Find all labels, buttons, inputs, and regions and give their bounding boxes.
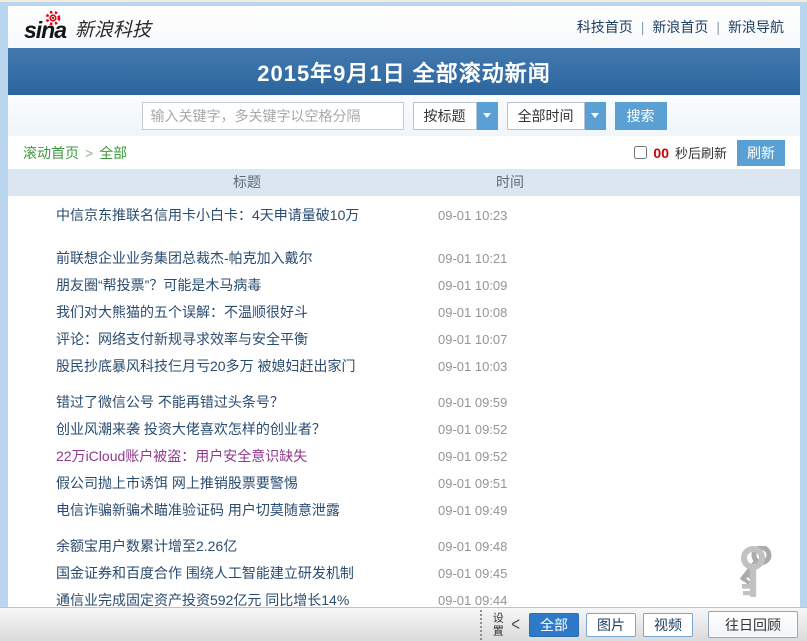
news-time: 09-01 09:45 xyxy=(438,560,507,587)
news-row: 错过了微信公号 不能再错过头条号？ 09-01 09:59 xyxy=(8,389,800,416)
chevron-down-icon[interactable] xyxy=(477,102,498,130)
news-time: 09-01 10:23 xyxy=(438,202,507,229)
news-title-link[interactable]: 假公司抛上市诱饵 网上推销股票要警惕 xyxy=(56,475,298,491)
news-row: 假公司抛上市诱饵 网上推销股票要警惕 09-01 09:51 xyxy=(8,470,800,497)
news-time: 09-01 09:52 xyxy=(438,416,507,443)
news-time: 09-01 09:59 xyxy=(438,389,507,416)
breadcrumb-separator: > xyxy=(85,145,93,161)
time-select-value[interactable]: 全部时间 xyxy=(507,102,585,130)
list-header: 标题 时间 xyxy=(8,169,800,196)
news-row: 评论：网络支付新规寻求效率与安全平衡 09-01 10:07 xyxy=(8,326,800,353)
news-title-link[interactable]: 评论：网络支付新规寻求效率与安全平衡 xyxy=(56,331,308,347)
news-time: 09-01 09:52 xyxy=(438,443,507,470)
history-button[interactable]: 往日回顾 xyxy=(708,611,798,638)
site-header: sina 新浪科技 科技首页 | 新浪首页 | 新浪导航 xyxy=(8,6,800,48)
news-row: 电信诈骗新骗术瞄准验证码 用户切莫随意泄露 09-01 09:49 xyxy=(8,497,800,524)
news-row: 余额宝用户数累计增至2.26亿 09-01 09:48 xyxy=(8,533,800,560)
auto-refresh-checkbox[interactable] xyxy=(634,146,647,159)
news-title-link[interactable]: 通信业完成固定资产投资592亿元 同比增长14% xyxy=(56,592,349,608)
date-banner: 2015年9月1日 全部滚动新闻 xyxy=(8,48,800,95)
news-row: 22万iCloud账户被盗：用户安全意识缺失 09-01 09:52 xyxy=(8,443,800,470)
news-title-link[interactable]: 我们对大熊猫的五个误解：不温顺很好斗 xyxy=(56,304,308,320)
page-title: 2015年9月1日 全部滚动新闻 xyxy=(257,56,551,88)
news-title-link[interactable]: 电信诈骗新骗术瞄准验证码 用户切莫随意泄露 xyxy=(56,502,340,518)
time-select[interactable]: 全部时间 xyxy=(507,102,606,130)
news-time: 09-01 10:03 xyxy=(438,353,507,380)
column-header-title: 标题 xyxy=(56,169,438,196)
nav-link-tech-home[interactable]: 科技首页 xyxy=(577,17,633,37)
logo-cn-text: 新浪科技 xyxy=(75,21,151,42)
drag-handle-icon[interactable] xyxy=(480,610,482,640)
breadcrumb-current-link[interactable]: 全部 xyxy=(99,143,127,163)
page: sina 新浪科技 科技首页 | 新浪首页 | 新浪导航 2015年9月1日 全… xyxy=(8,6,800,641)
news-title-link[interactable]: 22万iCloud账户被盗：用户安全意识缺失 xyxy=(56,448,307,464)
news-time: 09-01 10:08 xyxy=(438,299,507,326)
collapse-chevron-icon[interactable]: < xyxy=(511,613,520,635)
breadcrumb: 滚动首页 > 全部 xyxy=(23,143,127,163)
refresh-button[interactable]: 刷新 xyxy=(737,140,785,166)
keys-icon xyxy=(733,546,793,609)
news-title-link[interactable]: 余额宝用户数累计增至2.26亿 xyxy=(56,538,237,554)
sina-eye-icon xyxy=(44,10,62,31)
news-time: 09-01 09:48 xyxy=(438,533,507,560)
news-list: 中信京东推联名信用卡小白卡：4天申请量破10万 09-01 10:23 前联想企业业… xyxy=(8,196,800,614)
sina-tech-logo[interactable]: sina 新浪科技 xyxy=(24,13,151,42)
field-select[interactable]: 按标题 xyxy=(413,102,498,130)
news-row: 我们对大熊猫的五个误解：不温顺很好斗 09-01 10:08 xyxy=(8,299,800,326)
search-bar: 按标题 全部时间 搜索 xyxy=(8,95,800,136)
nav-separator: | xyxy=(641,19,645,35)
filter-images-button[interactable]: 图片 xyxy=(586,613,636,637)
nav-link-sina-guide[interactable]: 新浪导航 xyxy=(728,17,784,37)
news-row: 国金证券和百度合作 围绕人工智能建立研发机制 09-01 09:45 xyxy=(8,560,800,587)
news-title-link[interactable]: 股民抄底暴风科技仨月亏20多万 被媳妇赶出家门 xyxy=(56,358,355,374)
chevron-down-icon[interactable] xyxy=(585,102,606,130)
column-header-time: 时间 xyxy=(430,169,590,196)
breadcrumb-row: 滚动首页 > 全部 00 秒后刷新 刷新 xyxy=(8,136,800,169)
news-title-link[interactable]: 创业风潮来袭 投资大佬喜欢怎样的创业者？ xyxy=(56,421,326,437)
nav-link-sina-home[interactable]: 新浪首页 xyxy=(652,17,708,37)
news-time: 09-01 10:21 xyxy=(438,245,507,272)
news-title-link[interactable]: 朋友圈“帮投票”？可能是木马病毒 xyxy=(56,277,261,293)
search-button[interactable]: 搜索 xyxy=(615,102,667,130)
news-title-link[interactable]: 错过了微信公号 不能再错过头条号？ xyxy=(56,394,284,410)
news-row: 中信京东推联名信用卡小白卡：4天申请量破10万 09-01 10:23 xyxy=(8,202,800,229)
news-row: 股民抄底暴风科技仨月亏20多万 被媳妇赶出家门 09-01 10:03 xyxy=(8,353,800,380)
news-time: 09-01 09:49 xyxy=(438,497,507,524)
news-row: 创业风潮来袭 投资大佬喜欢怎样的创业者？ 09-01 09:52 xyxy=(8,416,800,443)
news-title-link[interactable]: 国金证券和百度合作 围绕人工智能建立研发机制 xyxy=(56,565,354,581)
refresh-countdown: 00 xyxy=(653,145,669,161)
filter-all-button[interactable]: 全部 xyxy=(529,613,579,637)
news-time: 09-01 10:07 xyxy=(438,326,507,353)
news-time: 09-01 09:51 xyxy=(438,470,507,497)
nav-separator: | xyxy=(716,19,720,35)
bottom-filter-bar: 设置 < 全部 图片 视频 往日回顾 xyxy=(0,607,807,641)
news-time: 09-01 10:09 xyxy=(438,272,507,299)
news-title-link[interactable]: 前联想企业业务集团总裁杰-帕克加入戴尔 xyxy=(56,250,313,266)
search-input[interactable] xyxy=(142,102,404,130)
filter-videos-button[interactable]: 视频 xyxy=(643,613,693,637)
window-top-edge xyxy=(0,0,807,2)
settings-button[interactable]: 设置 xyxy=(491,612,502,638)
news-row: 前联想企业业务集团总裁杰-帕克加入戴尔 09-01 10:21 xyxy=(8,245,800,272)
breadcrumb-home-link[interactable]: 滚动首页 xyxy=(23,143,79,163)
auto-refresh-controls: 00 秒后刷新 刷新 xyxy=(634,140,785,166)
news-row: 朋友圈“帮投票”？可能是木马病毒 09-01 10:09 xyxy=(8,272,800,299)
news-title-link[interactable]: 中信京东推联名信用卡小白卡：4天申请量破10万 xyxy=(56,207,359,223)
field-select-value[interactable]: 按标题 xyxy=(413,102,477,130)
top-nav: 科技首页 | 新浪首页 | 新浪导航 xyxy=(577,17,784,37)
refresh-countdown-label: 秒后刷新 xyxy=(675,143,727,162)
